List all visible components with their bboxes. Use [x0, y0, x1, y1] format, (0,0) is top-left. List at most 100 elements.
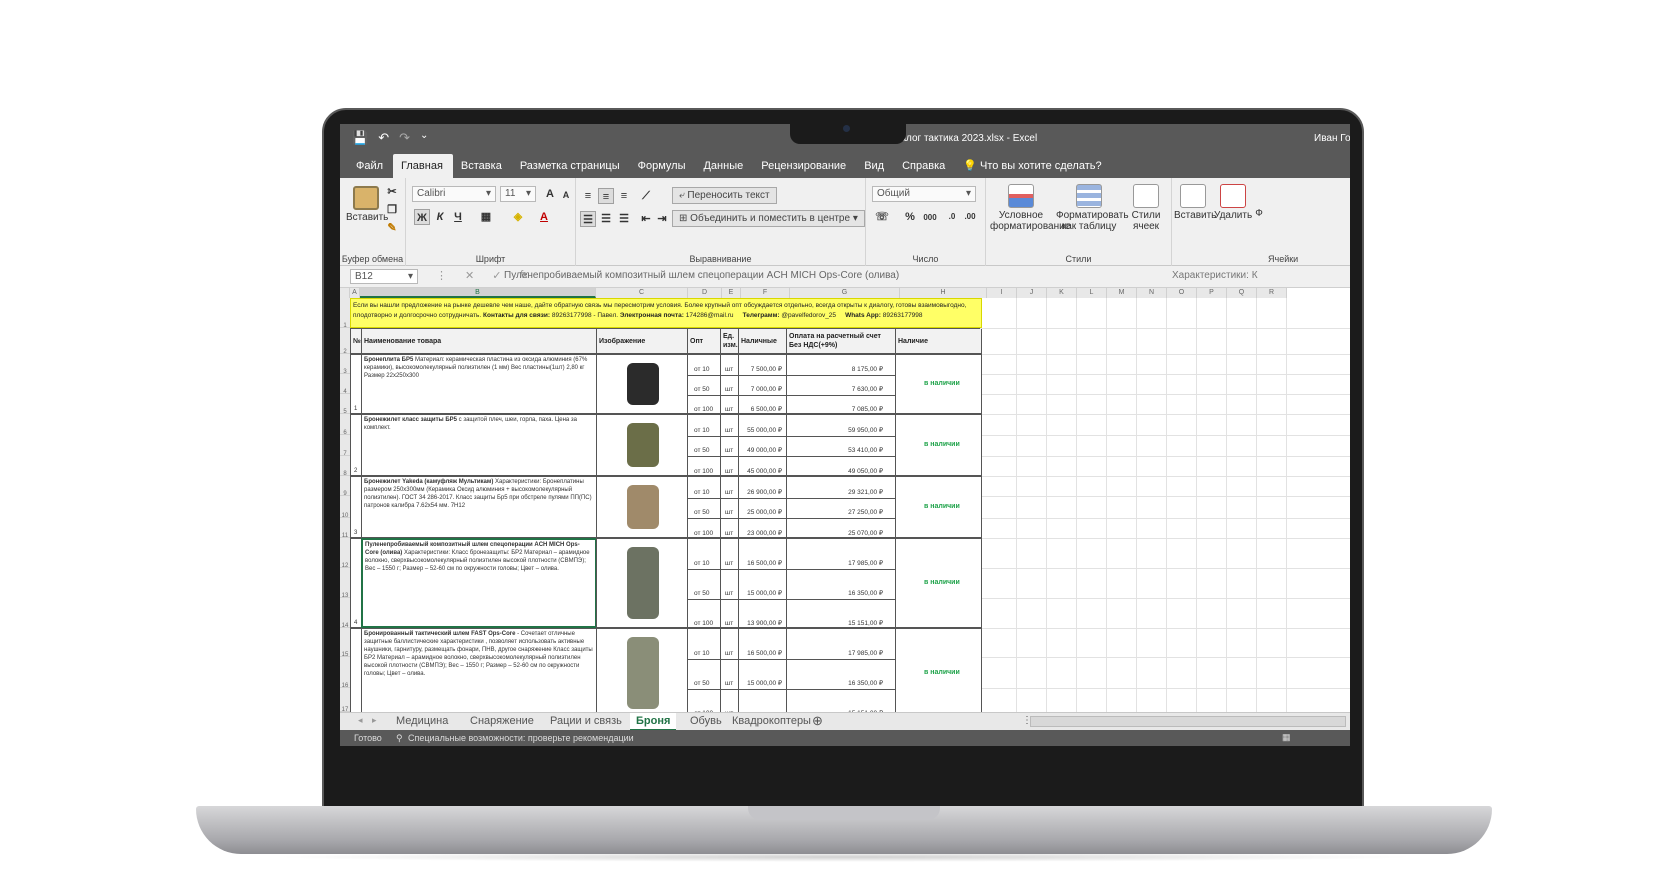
column-header[interactable]: Q — [1227, 288, 1257, 298]
sheet-tab[interactable]: Рации и связь — [544, 713, 628, 731]
accessibility-status[interactable]: Специальные возможности: проверьте реком… — [408, 733, 634, 743]
promo-banner[interactable]: Если вы нашли предложение на рынке дешев… — [350, 298, 982, 328]
inv-cell[interactable]: 8 175,00 ₽ 7 630,00 ₽ 7 085,00 ₽ — [786, 354, 896, 414]
column-header[interactable]: D — [688, 288, 722, 298]
column-header[interactable]: L — [1077, 288, 1107, 298]
normal-view-icon[interactable]: ▦ — [1282, 732, 1291, 743]
availability-cell[interactable]: в наличии — [895, 354, 982, 414]
format-as-table-button[interactable]: Форматировать как таблицу — [1056, 184, 1129, 232]
row-header[interactable]: 14 — [340, 598, 350, 629]
row-header[interactable]: 1 — [340, 298, 350, 329]
worksheet-grid[interactable]: Если вы нашли предложение на рынке дешев… — [340, 288, 1350, 712]
column-header[interactable]: P — [1197, 288, 1227, 298]
menu-tab-8[interactable]: Справка — [894, 160, 955, 178]
unit-cell[interactable]: шт шт шт — [720, 538, 739, 628]
row-header[interactable]: 15 — [340, 628, 350, 658]
column-header[interactable]: F — [741, 288, 790, 298]
row-header[interactable]: 5 — [340, 394, 350, 415]
product-image-cell[interactable] — [596, 476, 688, 538]
column-header[interactable]: N — [1137, 288, 1167, 298]
indent-increase-icon[interactable]: ⇥ — [654, 211, 670, 227]
align-right-icon[interactable]: ☰ — [616, 211, 632, 227]
grow-font-icon[interactable]: A — [542, 186, 558, 202]
menu-tab-2[interactable]: Вставка — [453, 160, 512, 178]
sheet-tab[interactable]: Снаряжение — [464, 713, 540, 731]
menu-tab-3[interactable]: Разметка страницы — [512, 160, 630, 178]
opt-cell[interactable]: от 10от 50от 100 — [687, 628, 721, 712]
bold-button[interactable]: Ж — [414, 209, 430, 225]
row-header[interactable]: 13 — [340, 568, 350, 599]
availability-cell[interactable]: в наличии — [895, 628, 982, 712]
align-center-icon[interactable]: ☰ — [598, 211, 614, 227]
column-header[interactable]: J — [1017, 288, 1047, 298]
row-header[interactable]: 12 — [340, 538, 350, 569]
sheet-tab[interactable]: Броня — [630, 713, 677, 731]
row-header[interactable]: 16 — [340, 657, 350, 689]
column-header[interactable]: H — [900, 288, 987, 298]
column-header[interactable]: K — [1047, 288, 1077, 298]
column-header[interactable]: B — [360, 288, 596, 298]
row-header[interactable]: 2 — [340, 328, 350, 355]
inv-cell[interactable]: 17 985,00 ₽16 350,00 ₽15 151,00 ₽ — [786, 538, 896, 628]
column-header[interactable]: O — [1167, 288, 1197, 298]
cancel-icon[interactable]: ✕ — [465, 269, 474, 282]
row-header[interactable]: 6 — [340, 414, 350, 436]
percent-button[interactable]: % — [902, 209, 918, 225]
underline-button[interactable]: Ч — [450, 209, 466, 225]
enter-icon[interactable]: ✓ — [492, 269, 501, 282]
align-top-icon[interactable]: ≡ — [580, 188, 596, 204]
select-all-corner[interactable] — [340, 288, 350, 298]
number-format-select[interactable]: Общий ▾ — [872, 186, 976, 202]
font-name-select[interactable]: Calibri ▾ — [412, 186, 496, 202]
inv-cell[interactable]: 29 321,00 ₽ 27 250,00 ₽ 25 070,00 ₽ — [786, 476, 896, 538]
wrap-text-button[interactable]: ⤶ Переносить текст — [672, 187, 777, 204]
menu-tab-7[interactable]: Вид — [856, 160, 894, 178]
row-header[interactable]: 8 — [340, 456, 350, 477]
availability-cell[interactable]: в наличии — [895, 538, 982, 628]
orientation-icon[interactable]: ⟋ — [638, 188, 654, 204]
font-color-icon[interactable]: A — [536, 209, 552, 225]
undo-icon[interactable]: ↶ — [378, 130, 389, 146]
product-image-cell[interactable] — [596, 354, 688, 414]
column-header[interactable]: E — [722, 288, 741, 298]
product-name-cell[interactable]: Бронеплита БР5 Материал: керамическая пл… — [361, 354, 597, 414]
opt-cell[interactable]: от 10от 50от 100 — [687, 538, 721, 628]
row-header[interactable]: 7 — [340, 435, 350, 457]
formula-input[interactable]: Пуленепробиваемый композитный шлем спецо… — [504, 270, 899, 281]
row-header[interactable]: 11 — [340, 518, 350, 539]
sheet-tab[interactable]: Обувь — [684, 713, 728, 731]
cell-styles-button[interactable]: Стили ячеек — [1124, 184, 1168, 232]
unit-cell[interactable]: шт шт шт — [720, 354, 739, 414]
cash-cell[interactable]: 55 000,00 ₽ 49 000,00 ₽ 45 000,00 ₽ — [738, 414, 787, 476]
shrink-font-icon[interactable]: A — [558, 187, 574, 203]
paste-button[interactable]: Вставить — [346, 186, 388, 223]
merge-center-button[interactable]: ⊞ Объединить и поместить в центре ▾ — [672, 210, 865, 227]
delete-cells-button[interactable]: Удалить — [1214, 184, 1252, 221]
opt-cell[interactable]: от 10от 50от 100 — [687, 414, 721, 476]
product-image-cell[interactable] — [596, 628, 688, 712]
italic-button[interactable]: К — [432, 209, 448, 225]
column-header[interactable]: R — [1257, 288, 1287, 298]
thousands-button[interactable]: 000 — [920, 210, 940, 226]
font-size-select[interactable]: 11 ▾ — [500, 186, 536, 202]
product-image-cell[interactable] — [596, 414, 688, 476]
availability-cell[interactable]: в наличии — [895, 476, 982, 538]
column-header[interactable]: M — [1107, 288, 1137, 298]
availability-cell[interactable]: в наличии — [895, 414, 982, 476]
product-name-cell[interactable]: Бронированный тактический шлем FAST Ops-… — [361, 628, 597, 712]
currency-icon[interactable]: ☏ — [874, 209, 890, 225]
row-header[interactable]: 4 — [340, 374, 350, 395]
column-header[interactable]: C — [596, 288, 688, 298]
sheet-tab[interactable]: Медицина — [390, 713, 454, 731]
column-header[interactable]: A — [350, 288, 360, 298]
menu-tab-4[interactable]: Формулы — [630, 160, 696, 178]
copy-icon[interactable]: ❐ — [384, 202, 400, 218]
row-header[interactable]: 9 — [340, 476, 350, 497]
indent-decrease-icon[interactable]: ⇤ — [638, 211, 654, 227]
product-name-cell[interactable]: Пуленепробиваемый композитный шлем спецо… — [361, 538, 597, 628]
row-header[interactable]: 10 — [340, 496, 350, 519]
inv-cell[interactable]: 59 950,00 ₽ 53 410,00 ₽ 49 050,00 ₽ — [786, 414, 896, 476]
product-name-cell[interactable]: Бронежилет класс защиты БР5 с защитой пл… — [361, 414, 597, 476]
cash-cell[interactable]: 26 900,00 ₽ 25 000,00 ₽ 23 000,00 ₽ — [738, 476, 787, 538]
inv-cell[interactable]: 17 985,00 ₽16 350,00 ₽15 151,00 ₽ — [786, 628, 896, 712]
